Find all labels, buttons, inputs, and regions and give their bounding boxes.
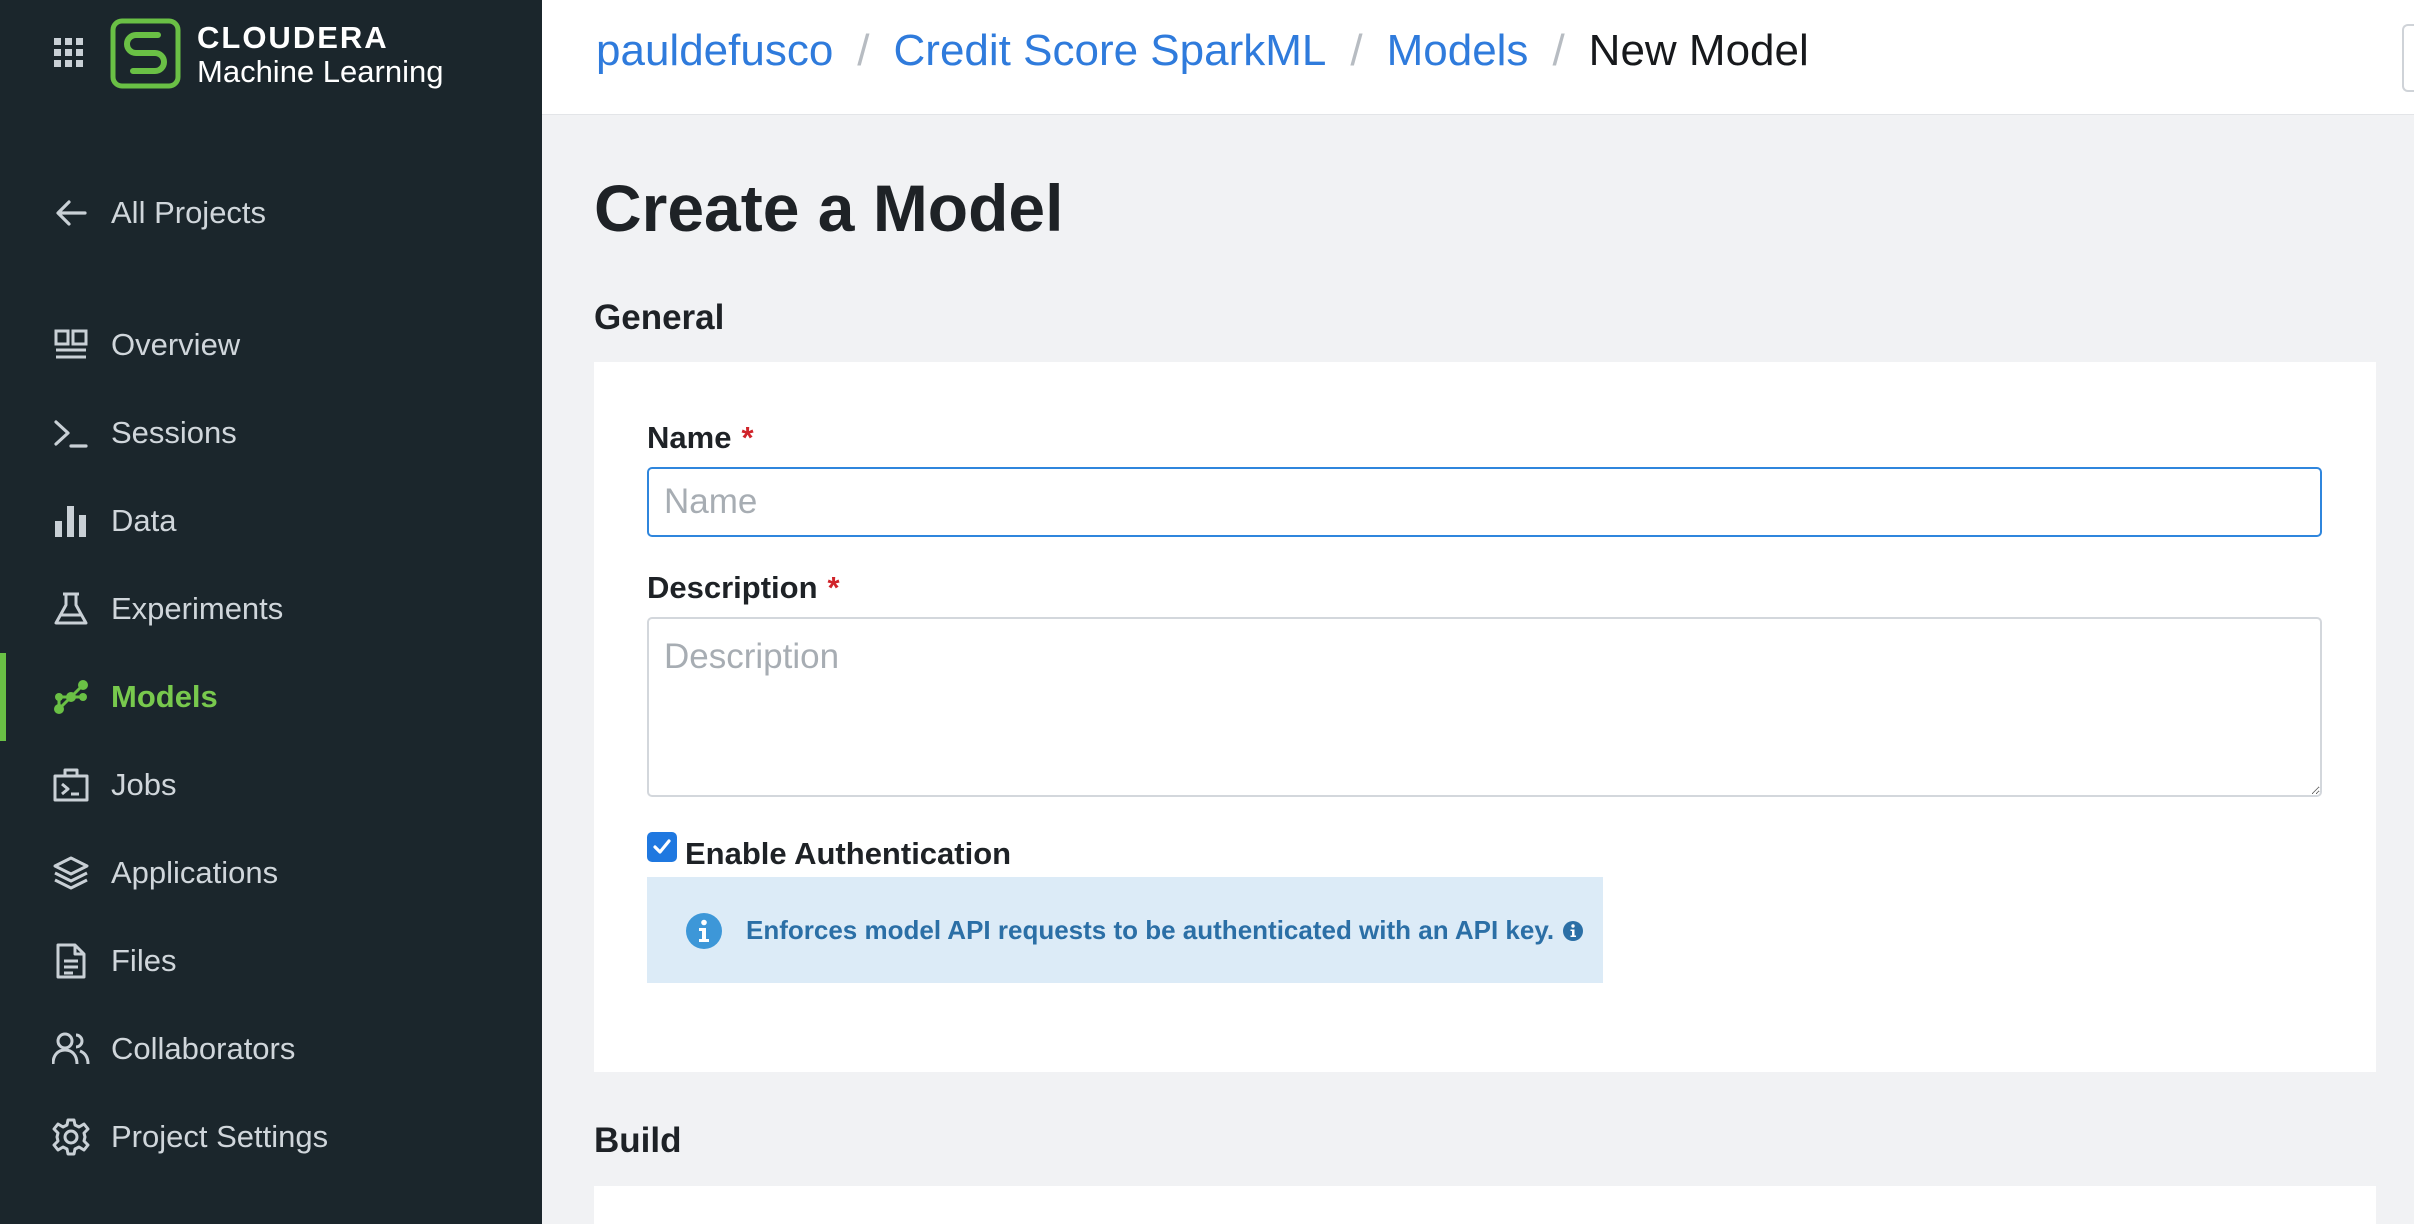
sidebar-item-label: Overview	[111, 327, 241, 362]
description-label: Description *	[647, 570, 840, 606]
file-icon	[52, 942, 90, 980]
auth-info-text: Enforces model API requests to be authen…	[746, 915, 1584, 946]
sidebar-item-label: Jobs	[111, 767, 177, 802]
enable-authentication-label[interactable]: Enable Authentication	[685, 836, 1011, 872]
gear-icon	[52, 1118, 90, 1156]
build-card	[594, 1186, 2376, 1224]
sidebar-item-jobs[interactable]: Jobs	[0, 741, 542, 829]
sidebar-item-files[interactable]: Files	[0, 917, 542, 1005]
sidebar-item-project-settings[interactable]: Project Settings	[0, 1093, 542, 1181]
sidebar-item-label: Applications	[111, 855, 279, 890]
info-tooltip-icon[interactable]	[1562, 918, 1584, 942]
auth-info-message: Enforces model API requests to be authen…	[746, 915, 1555, 945]
description-textarea[interactable]	[647, 617, 2322, 797]
brand-name: CLOUDERA	[197, 20, 389, 55]
breadcrumb-separator: /	[1552, 26, 1565, 75]
breadcrumb-separator: /	[857, 26, 870, 75]
name-label-text: Name	[647, 420, 732, 455]
build-section-heading: Build	[594, 1121, 682, 1160]
general-section-heading: General	[594, 298, 725, 337]
arrow-left-icon	[52, 194, 90, 232]
sidebar-item-applications[interactable]: Applications	[0, 829, 542, 917]
page-title: Create a Model	[594, 171, 1064, 245]
sidebar-item-models[interactable]: Models	[0, 653, 542, 741]
header-action-button[interactable]	[2402, 24, 2414, 92]
name-label: Name *	[647, 420, 754, 456]
flask-icon	[52, 590, 90, 628]
brand-product: Machine Learning	[197, 54, 444, 89]
cloudera-logo-icon[interactable]	[110, 18, 181, 89]
sidebar: CLOUDERA Machine Learning All Projects O…	[0, 0, 542, 1224]
sidebar-item-experiments[interactable]: Experiments	[0, 565, 542, 653]
description-label-text: Description	[647, 570, 818, 605]
name-input[interactable]	[647, 467, 2322, 537]
breadcrumb-models-link[interactable]: Models	[1387, 26, 1529, 76]
jobs-icon	[52, 766, 90, 804]
all-projects-link[interactable]: All Projects	[0, 169, 542, 257]
sidebar-item-label: Sessions	[111, 415, 237, 450]
all-projects-label: All Projects	[111, 195, 267, 230]
model-graph-icon	[52, 678, 90, 716]
bar-chart-icon	[52, 502, 90, 540]
checkmark-icon	[653, 839, 671, 854]
breadcrumb-separator: /	[1350, 26, 1363, 75]
sidebar-item-label: Data	[111, 503, 177, 538]
sidebar-item-sessions[interactable]: Sessions	[0, 389, 542, 477]
sidebar-item-label: Collaborators	[111, 1031, 296, 1066]
breadcrumb-user-link[interactable]: pauldefusco	[596, 26, 833, 76]
sidebar-item-label: Experiments	[111, 591, 284, 626]
required-mark: *	[741, 420, 754, 455]
terminal-icon	[52, 414, 90, 452]
sidebar-item-label: Models	[111, 679, 218, 714]
sidebar-item-label: Files	[111, 943, 177, 978]
sidebar-item-label: Project Settings	[111, 1119, 329, 1154]
top-header: pauldefusco / Credit Score SparkML / Mod…	[542, 0, 2414, 115]
breadcrumb-project-link[interactable]: Credit Score SparkML	[894, 26, 1327, 76]
app-grid-icon[interactable]	[52, 36, 86, 70]
auth-info-alert: Enforces model API requests to be authen…	[647, 877, 1603, 983]
breadcrumb: pauldefusco / Credit Score SparkML / Mod…	[596, 26, 1809, 76]
sidebar-item-data[interactable]: Data	[0, 477, 542, 565]
sidebar-item-collaborators[interactable]: Collaborators	[0, 1005, 542, 1093]
required-mark: *	[827, 570, 840, 605]
layers-icon	[52, 854, 90, 892]
overview-icon	[52, 326, 90, 364]
info-circle-icon	[685, 912, 723, 950]
breadcrumb-current: New Model	[1588, 26, 1809, 75]
users-icon	[52, 1030, 90, 1068]
sidebar-item-overview[interactable]: Overview	[0, 301, 542, 389]
enable-authentication-checkbox[interactable]	[647, 832, 677, 862]
